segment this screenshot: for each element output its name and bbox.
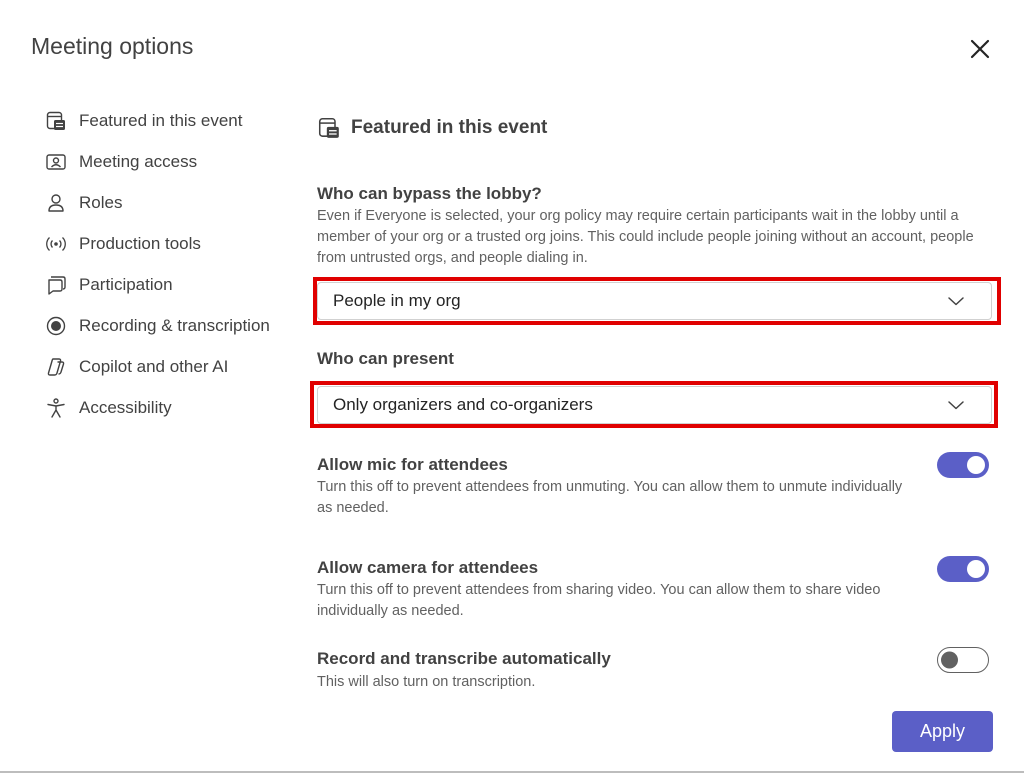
sidebar-item-recording[interactable]: Recording & transcription (44, 311, 304, 341)
apply-button[interactable]: Apply (892, 711, 993, 752)
sidebar-item-participation[interactable]: Participation (44, 270, 304, 300)
sidebar-item-roles[interactable]: Roles (44, 188, 304, 218)
sidebar-item-label: Copilot and other AI (79, 357, 229, 376)
sidebar-item-meeting-access[interactable]: Meeting access (44, 147, 304, 177)
sidebar-item-label: Meeting access (79, 152, 198, 171)
camera-label: Allow camera for attendees (317, 558, 539, 577)
person-icon (44, 191, 68, 215)
calendar-featured-icon (44, 109, 68, 133)
mic-toggle[interactable] (937, 452, 989, 478)
sidebar-item-production-tools[interactable]: Production tools (44, 229, 304, 259)
sidebar-item-label: Participation (79, 275, 173, 294)
mic-description: Turn this off to prevent attendees from … (317, 479, 903, 516)
section-heading: Featured in this event (317, 116, 547, 140)
record-icon (44, 314, 68, 338)
toggle-knob (967, 560, 985, 578)
chat-bubbles-icon (44, 273, 68, 297)
copilot-icon (44, 355, 68, 379)
sidebar-item-label: Featured in this event (79, 111, 243, 130)
camera-toggle[interactable] (937, 556, 989, 582)
accessibility-icon (44, 396, 68, 420)
record-toggle[interactable] (937, 647, 989, 673)
toggle-knob (941, 651, 958, 669)
dialog-title: Meeting options (31, 33, 194, 59)
camera-description: Turn this off to prevent attendees from … (317, 582, 881, 619)
lobby-description: Even if Everyone is selected, your org p… (317, 208, 974, 266)
present-label: Who can present (317, 349, 454, 368)
lobby-highlight (313, 277, 1001, 325)
sidebar-item-label: Accessibility (79, 398, 172, 417)
calendar-featured-icon (317, 116, 341, 140)
sidebar-item-label: Production tools (79, 234, 201, 253)
sidebar-item-label: Recording & transcription (79, 316, 270, 335)
record-description: This will also turn on transcription. (317, 674, 536, 690)
sidebar-item-featured[interactable]: Featured in this event (44, 106, 304, 136)
mic-label: Allow mic for attendees (317, 455, 508, 474)
lobby-label: Who can bypass the lobby? (317, 184, 542, 203)
section-title: Featured in this event (351, 117, 548, 138)
sidebar-item-label: Roles (79, 193, 123, 212)
person-card-icon (44, 150, 68, 174)
sidebar-item-accessibility[interactable]: Accessibility (44, 393, 304, 423)
record-label: Record and transcribe automatically (317, 649, 611, 668)
toggle-knob (967, 456, 985, 474)
sidebar-item-copilot[interactable]: Copilot and other AI (44, 352, 304, 382)
broadcast-icon (44, 232, 68, 256)
present-highlight (310, 381, 998, 428)
